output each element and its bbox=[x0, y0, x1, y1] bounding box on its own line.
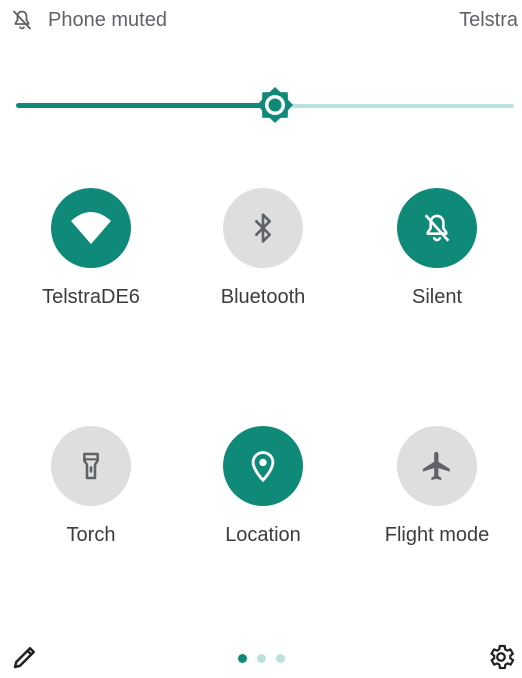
tile-location[interactable]: Location bbox=[176, 426, 350, 576]
silent-tile-button[interactable] bbox=[397, 188, 477, 268]
page-dot bbox=[257, 654, 266, 663]
tile-label-location: Location bbox=[225, 524, 301, 546]
tile-label-flight-mode: Flight mode bbox=[384, 524, 490, 546]
airplane-icon bbox=[422, 451, 450, 481]
quick-settings-footer bbox=[0, 640, 522, 676]
flight-mode-tile-button[interactable] bbox=[397, 426, 477, 506]
pencil-icon[interactable] bbox=[10, 642, 40, 672]
torch-tile-button[interactable] bbox=[51, 426, 131, 506]
page-dot bbox=[238, 654, 247, 663]
tile-label-silent: Silent bbox=[411, 286, 463, 308]
location-pin-icon bbox=[251, 451, 275, 483]
tile-silent[interactable]: Silent bbox=[350, 188, 522, 338]
page-dot bbox=[276, 654, 285, 663]
quick-settings-grid: TelstraDE6 Bluetooth Silent Torch Locati… bbox=[0, 0, 522, 678]
tile-wifi[interactable]: TelstraDE6 bbox=[4, 188, 178, 338]
tile-torch[interactable]: Torch bbox=[4, 426, 178, 576]
tile-label-wifi: TelstraDE6 bbox=[42, 286, 140, 308]
tile-flight-mode[interactable]: Flight mode bbox=[350, 426, 522, 576]
tile-bluetooth[interactable]: Bluetooth bbox=[176, 188, 350, 338]
bluetooth-icon bbox=[254, 213, 271, 243]
location-tile-button[interactable] bbox=[223, 426, 303, 506]
bell-off-icon bbox=[424, 214, 450, 242]
page-indicator bbox=[238, 654, 292, 664]
bluetooth-tile-button[interactable] bbox=[223, 188, 303, 268]
wifi-icon bbox=[71, 212, 111, 244]
flashlight-icon bbox=[83, 452, 99, 480]
gear-icon[interactable] bbox=[486, 642, 516, 672]
wifi-tile-button[interactable] bbox=[51, 188, 131, 268]
tile-label-bluetooth: Bluetooth bbox=[220, 286, 306, 308]
tile-label-torch: Torch bbox=[66, 524, 116, 546]
